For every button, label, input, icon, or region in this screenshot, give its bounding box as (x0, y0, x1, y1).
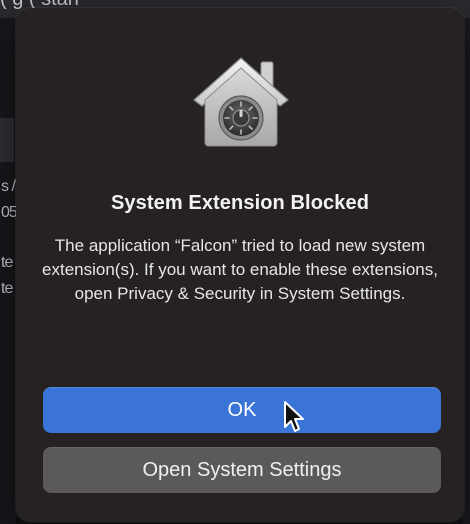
open-system-settings-button[interactable]: Open System Settings (43, 447, 441, 493)
arrow-cursor-icon (282, 400, 306, 436)
ok-button[interactable]: OK (43, 387, 441, 433)
background-text: te (1, 254, 13, 271)
system-extension-blocked-dialog: System Extension Blocked The application… (16, 8, 464, 522)
background-window-left-edge: s / 05 te te (0, 18, 18, 524)
background-text: te (1, 280, 13, 297)
background-text: 05 (1, 204, 18, 221)
background-tab (0, 118, 14, 162)
background-text: s / (1, 178, 16, 195)
background-window-text: ( g ( stan (0, 0, 470, 10)
security-house-lock-icon (186, 52, 296, 148)
dialog-title: System Extension Blocked (110, 192, 370, 214)
dialog-message: The application “Falcon” tried to load n… (42, 236, 438, 303)
